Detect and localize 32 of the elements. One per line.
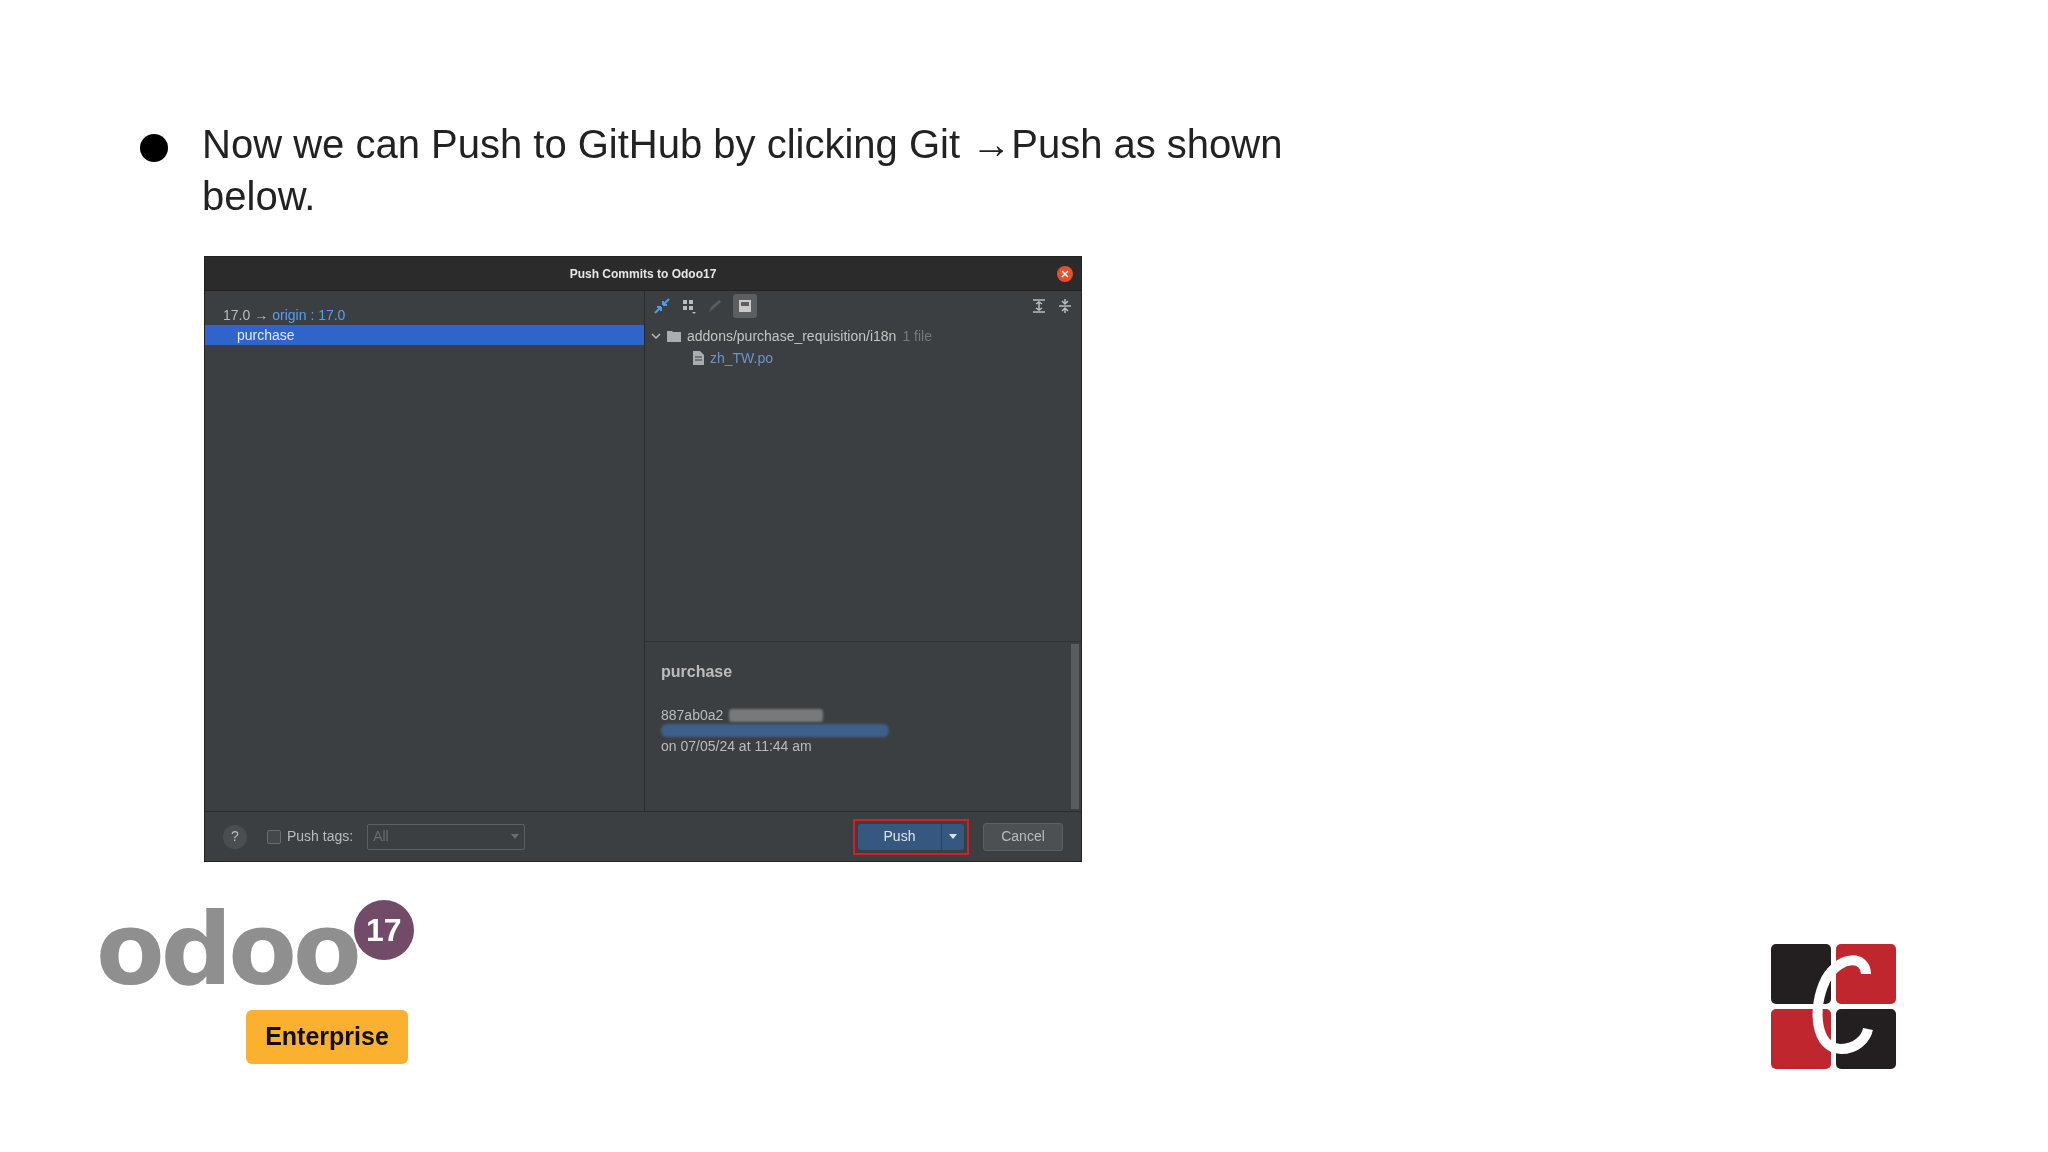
expand-all-icon[interactable] [1031,298,1047,314]
remote-branch[interactable]: origin : 17.0 [272,304,346,326]
folder-path[interactable]: addons/purchase_requisition/i18n [687,325,897,347]
push-button[interactable]: Push [858,823,942,850]
commit-hash: 887ab0a2 [661,705,724,725]
commit-subject: purchase [661,662,734,682]
cancel-button[interactable]: Cancel [983,822,1063,851]
push-options-button[interactable] [942,823,964,850]
bullet-text: Now we can Push to GitHub by clicking Git →Push as shown below. [202,121,1284,220]
grid-icon[interactable] [681,298,697,314]
chevron-icon[interactable] [651,331,661,341]
folder-icon [667,330,681,342]
window-title: Push Commits to Odoo17 [569,265,717,283]
collapse-all-icon[interactable] [1057,298,1073,314]
file-count: 1 file [902,326,932,346]
panel-icon [738,299,752,313]
branch-arrow: → [254,305,269,325]
file-name[interactable]: zh_TW.po [710,347,774,369]
preview-toggle[interactable] [733,294,757,318]
help-button[interactable]: ? [223,824,247,849]
file-icon [693,351,704,365]
commit-date: on 07/05/24 at 11:44 am [661,737,812,755]
caret-icon [511,834,520,839]
close-icon [1061,270,1069,278]
branch-name: 17.0 [223,305,251,325]
push-tags-label: Push tags: [287,827,354,846]
collapse-arrows-icon[interactable] [653,297,671,315]
edition-badge: Enterprise [246,1010,408,1064]
commit-row[interactable]: purchase [205,325,644,345]
close-button[interactable] [1057,266,1073,282]
push-tags-checkbox[interactable] [267,829,281,844]
caret-icon [949,834,957,839]
